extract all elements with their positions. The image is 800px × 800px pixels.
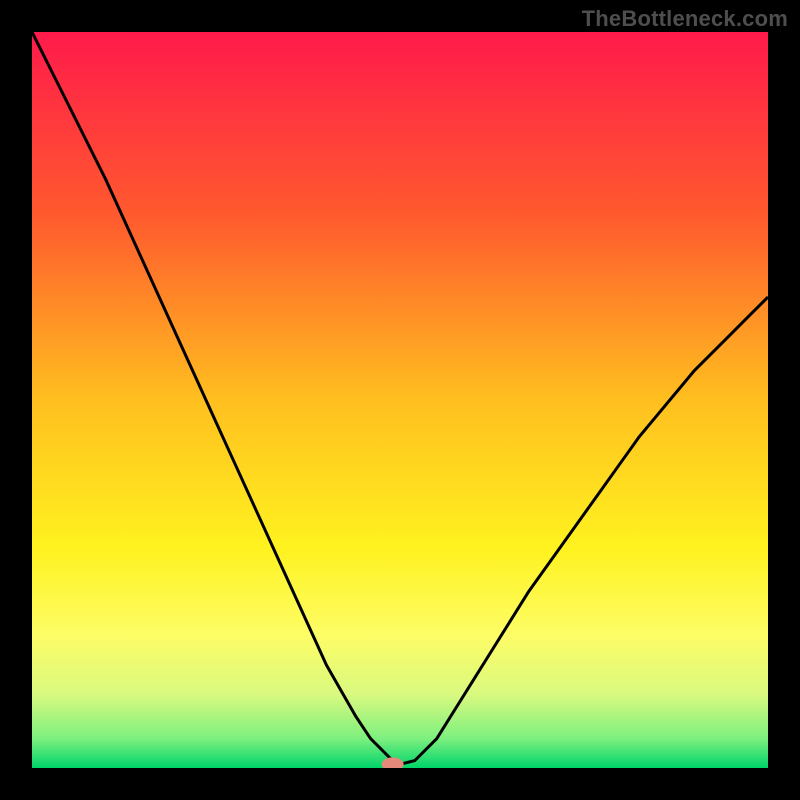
background-gradient [32, 32, 768, 768]
chart-root: TheBottleneck.com [0, 0, 800, 800]
plot-svg [32, 32, 768, 768]
plot-area [32, 32, 768, 768]
watermark-text: TheBottleneck.com [582, 6, 788, 32]
